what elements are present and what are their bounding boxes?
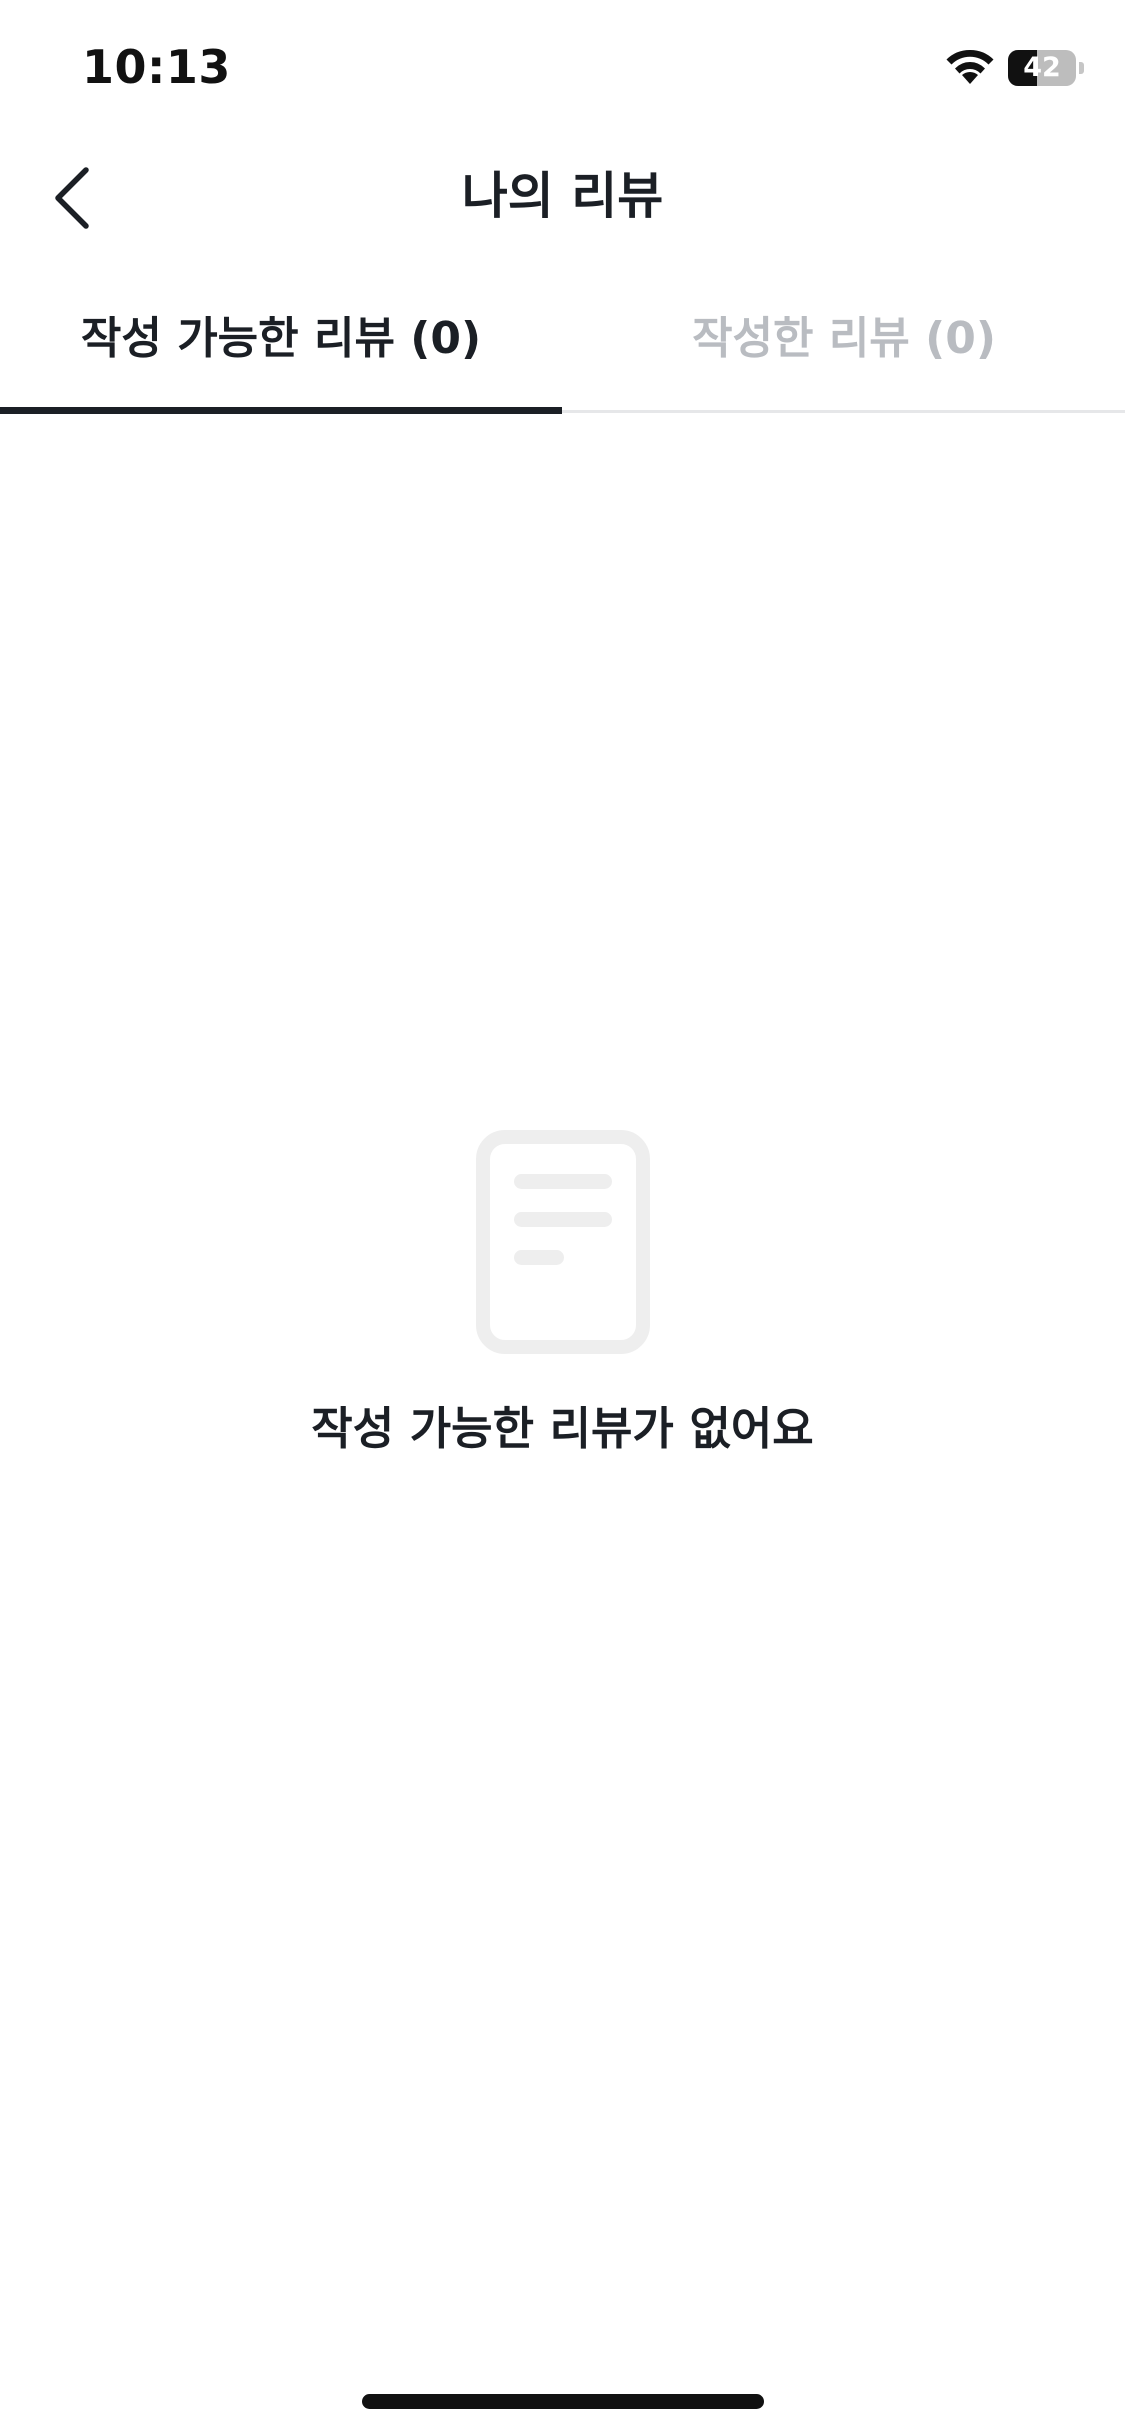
page-title: 나의 리뷰	[461, 167, 664, 225]
chevron-left-icon	[55, 167, 89, 229]
status-time: 10:13	[82, 40, 231, 94]
empty-state: 작성 가능한 리뷰가 없어요	[0, 1130, 1125, 1470]
status-bar: 10:13 42	[0, 0, 1125, 140]
back-button[interactable]	[38, 158, 108, 238]
battery-icon: 42	[1008, 50, 1084, 86]
document-icon	[476, 1130, 650, 1354]
home-indicator	[362, 2394, 764, 2409]
battery-level: 42	[1023, 52, 1061, 83]
nav-header: 나의 리뷰	[0, 140, 1125, 252]
tab-bar: 작성 가능한 리뷰 (0) 작성한 리뷰 (0)	[0, 280, 1125, 414]
tab-indicator	[0, 407, 562, 414]
battery-body: 42	[1008, 50, 1076, 86]
battery-cap	[1079, 62, 1084, 74]
empty-message: 작성 가능한 리뷰가 없어요	[311, 1402, 814, 1455]
tab-written-reviews[interactable]: 작성한 리뷰 (0)	[563, 280, 1125, 410]
tab-available-reviews[interactable]: 작성 가능한 리뷰 (0)	[0, 280, 562, 410]
wifi-icon	[945, 48, 995, 86]
